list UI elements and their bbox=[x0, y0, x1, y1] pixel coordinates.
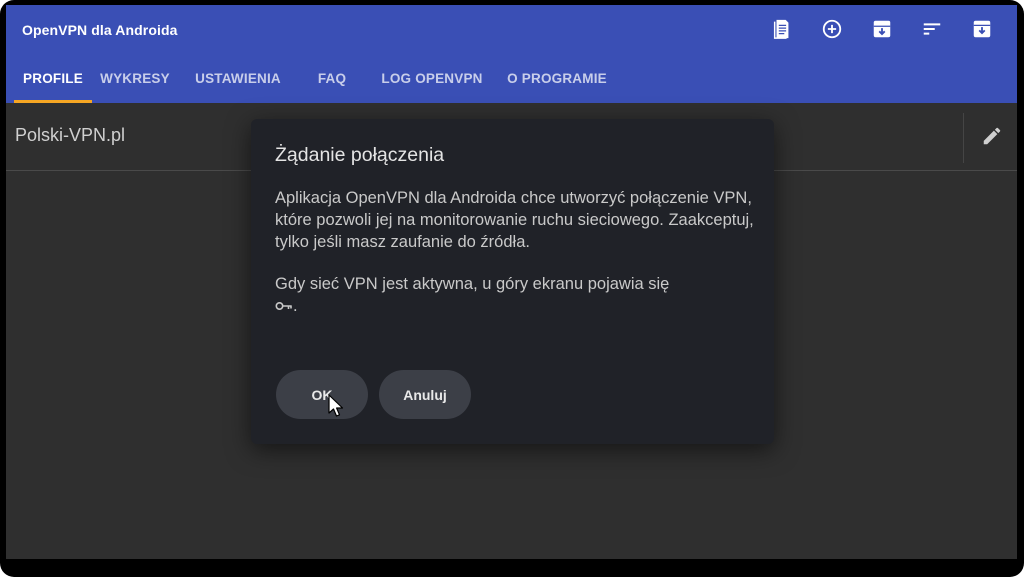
dialog-message: Aplikacja OpenVPN dla Androida chce utwo… bbox=[275, 189, 754, 251]
divider bbox=[963, 113, 964, 163]
add-circle-icon bbox=[821, 18, 843, 45]
tab-faq[interactable]: FAQ bbox=[312, 63, 352, 103]
import-file-icon bbox=[771, 18, 793, 45]
app-title: OpenVPN dla Androida bbox=[22, 22, 178, 38]
pencil-icon bbox=[981, 125, 1003, 152]
edit-profile-button[interactable] bbox=[977, 123, 1007, 153]
archive-icon bbox=[871, 18, 893, 45]
download-box-icon bbox=[971, 18, 993, 45]
archive-button[interactable] bbox=[857, 17, 907, 45]
import-file-button[interactable] bbox=[757, 17, 807, 45]
dialog-vpn-note-end: . bbox=[293, 297, 298, 315]
tab-ustawienia[interactable]: USTAWIENIA bbox=[191, 63, 285, 103]
vpn-key-icon bbox=[275, 295, 293, 317]
sort-button[interactable] bbox=[907, 17, 957, 45]
add-profile-button[interactable] bbox=[807, 17, 857, 45]
toolbar-actions bbox=[757, 17, 1007, 45]
dialog-body: Aplikacja OpenVPN dla Androida chce utwo… bbox=[275, 187, 760, 317]
connection-request-dialog: Żądanie połączenia Aplikacja OpenVPN dla… bbox=[251, 119, 774, 444]
tab-bar: PROFILE WYKRESY USTAWIENIA FAQ LOG OPENV… bbox=[6, 63, 1017, 103]
tab-log-openvpn[interactable]: LOG OPENVPN bbox=[379, 63, 485, 103]
dialog-title: Żądanie połączenia bbox=[275, 144, 445, 166]
cancel-button[interactable]: Anuluj bbox=[379, 370, 471, 419]
sort-icon bbox=[921, 18, 943, 45]
tab-profile[interactable]: PROFILE bbox=[14, 63, 92, 103]
app-screen: OpenVPN dla Androida PROFILE WYKRESY UST… bbox=[6, 5, 1017, 559]
tab-o-programie[interactable]: O PROGRAMIE bbox=[506, 63, 608, 103]
device-frame: OpenVPN dla Androida PROFILE WYKRESY UST… bbox=[0, 0, 1024, 577]
profile-name: Polski-VPN.pl bbox=[15, 125, 126, 145]
ok-button[interactable]: OK bbox=[276, 370, 368, 419]
dialog-vpn-note: Gdy sieć VPN jest aktywna, u góry ekranu… bbox=[275, 273, 760, 317]
tab-wykresy[interactable]: WYKRESY bbox=[100, 63, 170, 103]
app-bar: OpenVPN dla Androida PROFILE WYKRESY UST… bbox=[6, 5, 1017, 103]
dialog-vpn-note-text: Gdy sieć VPN jest aktywna, u góry ekranu… bbox=[275, 275, 670, 293]
download-box-button[interactable] bbox=[957, 17, 1007, 45]
